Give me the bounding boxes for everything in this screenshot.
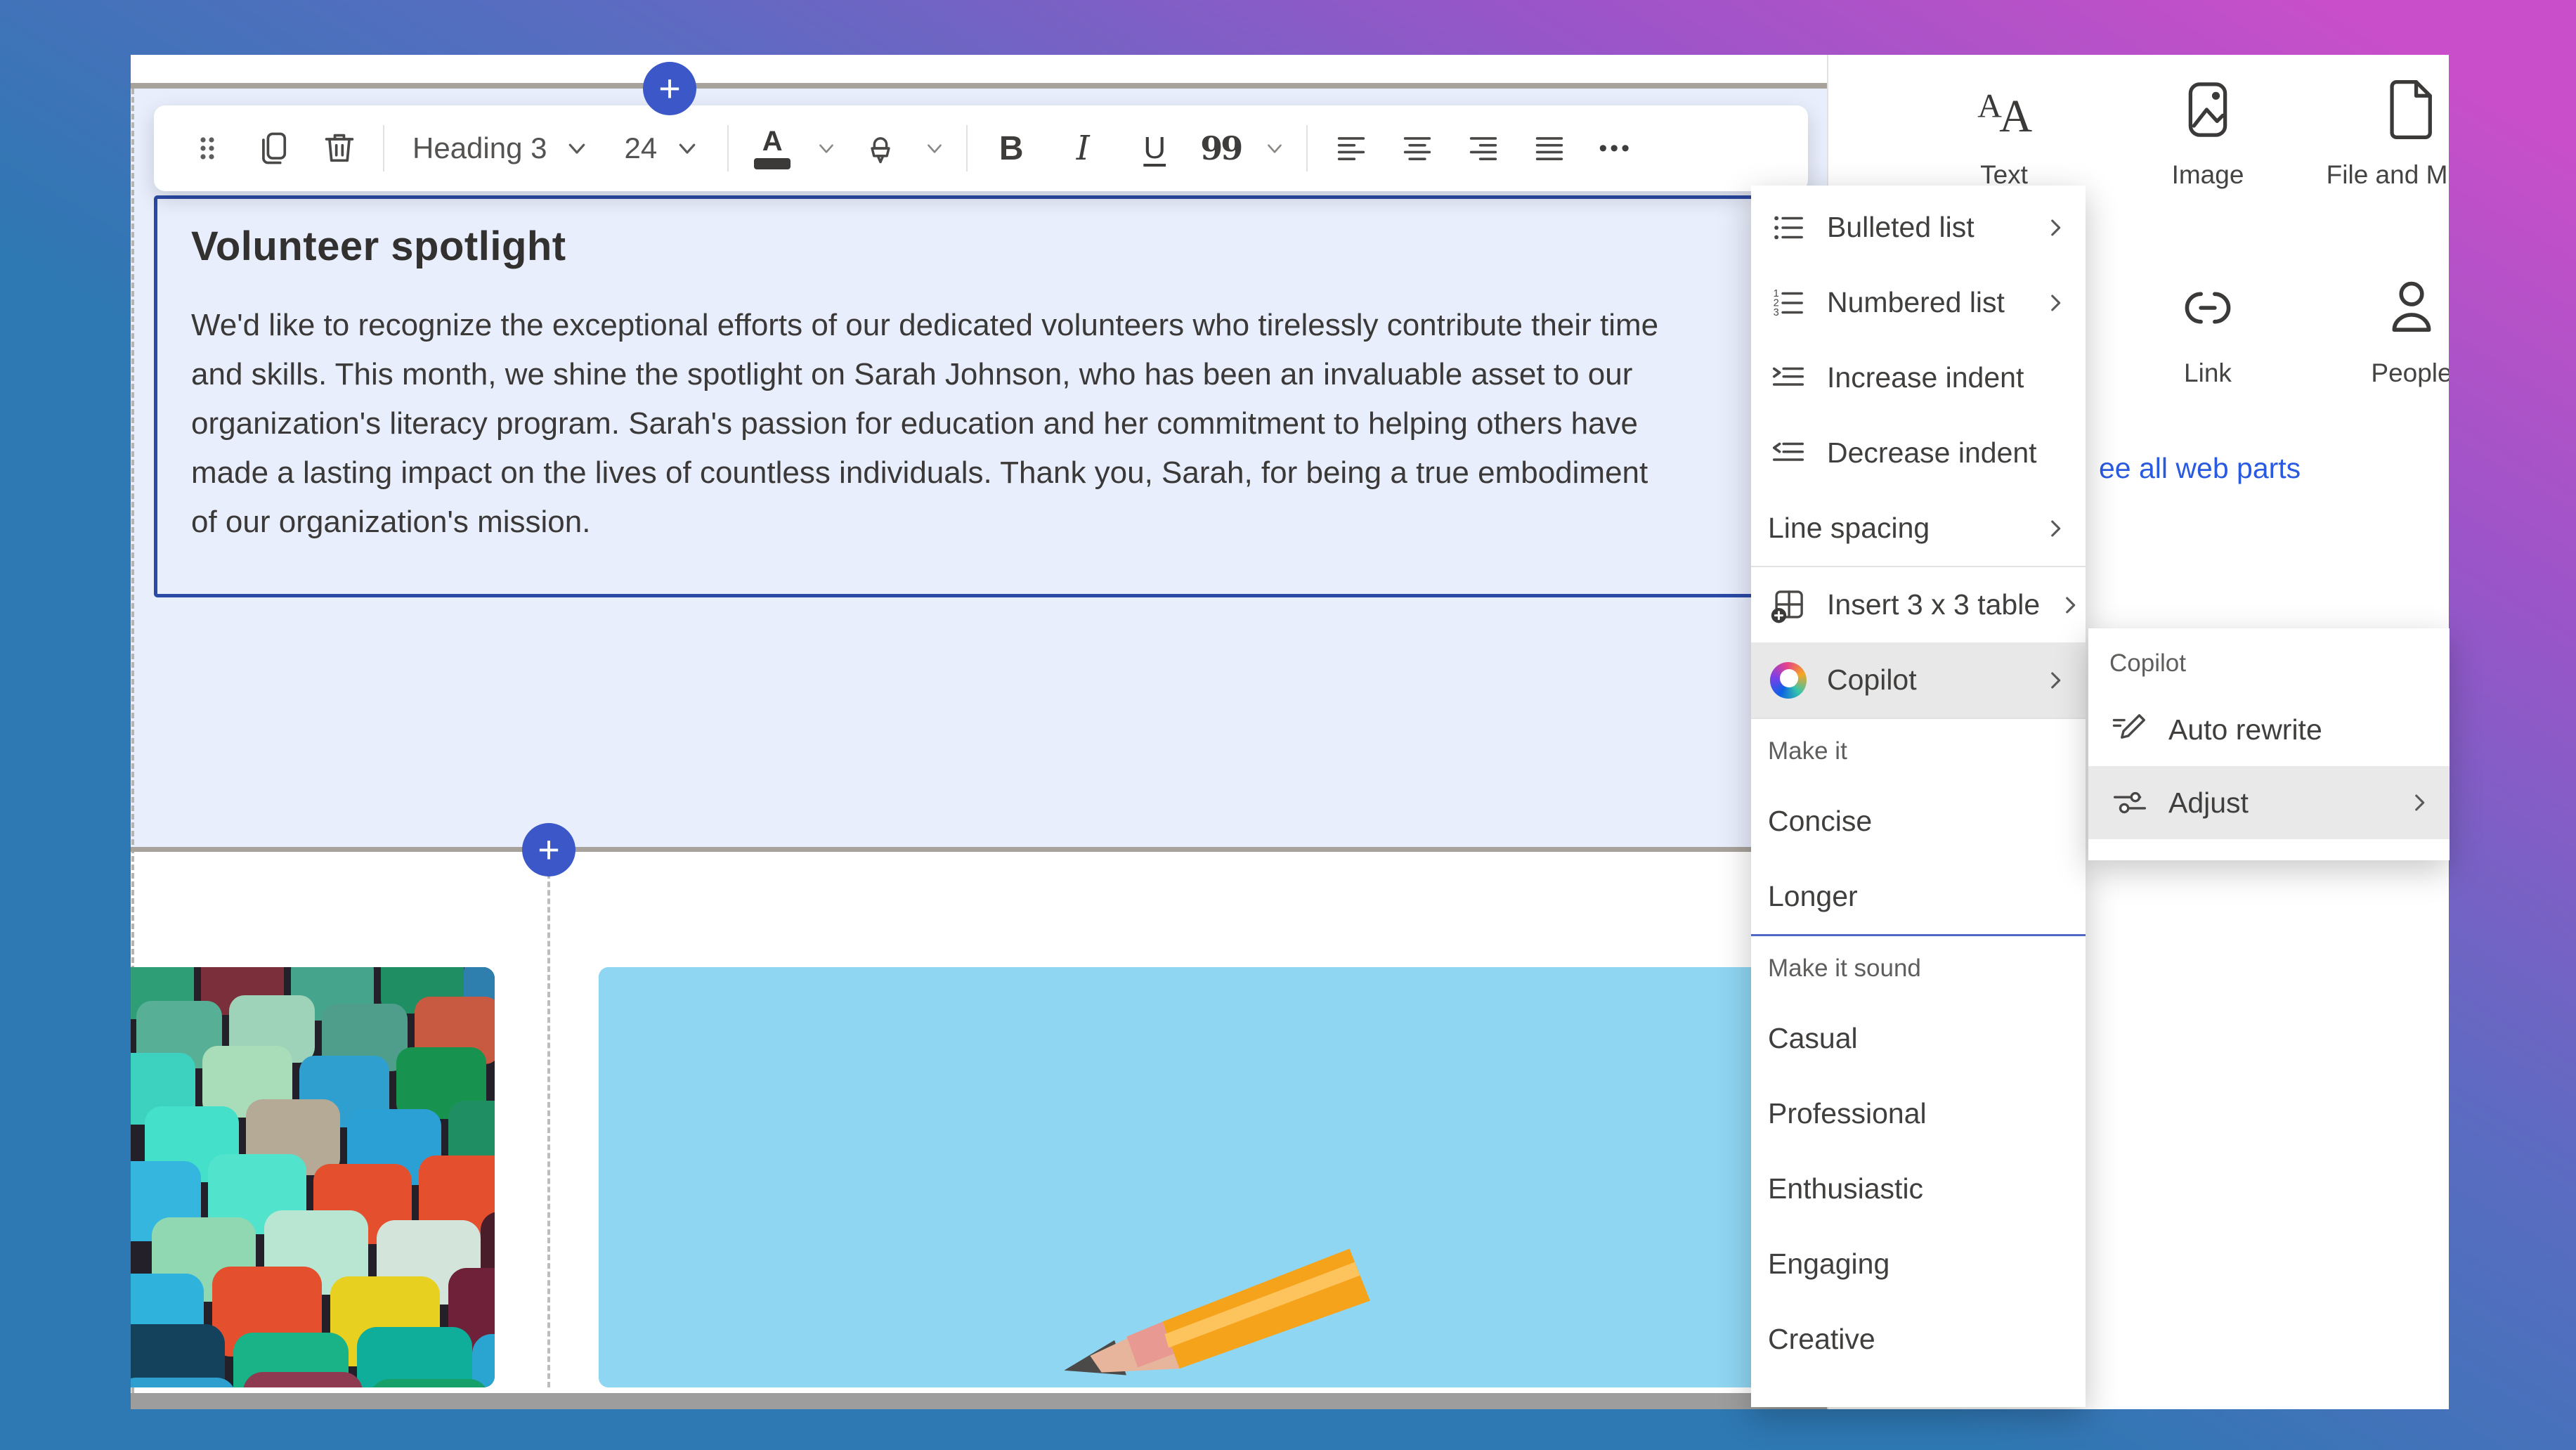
menu-section-header: Make it <box>1751 719 2086 784</box>
text-style-dropdown[interactable]: Heading 3 <box>405 131 596 165</box>
svg-text:A: A <box>1999 91 2032 142</box>
menu-item-increase-indent[interactable]: Increase indent <box>1751 340 2086 415</box>
italic-button[interactable]: I <box>1055 122 1111 175</box>
more-options-button[interactable]: ••• <box>1593 122 1638 175</box>
file-webpart-icon <box>2376 75 2447 145</box>
screenshot-stage: + <box>0 0 2576 1450</box>
editor-canvas: + <box>131 55 1827 1409</box>
chevron-down-icon[interactable] <box>816 138 837 159</box>
font-color-button[interactable]: A <box>750 122 795 175</box>
font-color-swatch <box>754 158 791 169</box>
menu-item-line-spacing[interactable]: Line spacing <box>1751 491 2086 566</box>
menu-item-enthusiastic[interactable]: Enthusiastic <box>1751 1151 2086 1226</box>
menu-item-concise[interactable]: Concise <box>1751 784 2086 859</box>
decrease-indent-icon <box>1768 433 1809 474</box>
menu-item-casual[interactable]: Casual <box>1751 1001 2086 1076</box>
add-section-button-middle[interactable]: + <box>522 823 575 876</box>
chevron-right-icon <box>2407 791 2431 815</box>
font-size-value: 24 <box>624 131 657 165</box>
align-right-button[interactable] <box>1461 122 1506 175</box>
text-webpart-toolbar: Heading 3 24 A B <box>154 105 1808 191</box>
highlight-color-button[interactable] <box>858 122 903 175</box>
menu-item-engaging[interactable]: Engaging <box>1751 1226 2086 1302</box>
text-style-value: Heading 3 <box>412 131 547 165</box>
add-section-button-top[interactable]: + <box>643 62 696 115</box>
chevron-right-icon <box>2058 593 2082 617</box>
align-left-button[interactable] <box>1329 122 1374 175</box>
blockquote-button[interactable]: 99 <box>1198 122 1243 175</box>
copilot-submenu: Copilot Auto rewrite Adjust <box>2088 628 2450 860</box>
people-webpart-icon <box>2376 273 2447 343</box>
menu-item-insert-table[interactable]: Insert 3 x 3 table <box>1751 567 2086 642</box>
font-size-dropdown[interactable]: 24 <box>617 131 706 165</box>
text-context-menu: Bulleted list 1 2 3 Numbered list <box>1751 186 2086 1407</box>
horizontal-scrollbar[interactable] <box>131 1393 1827 1409</box>
increase-indent-icon <box>1768 358 1809 399</box>
image-webpart-pencil[interactable] <box>599 967 1871 1387</box>
webpart-text[interactable]: A A Text <box>1902 75 2106 190</box>
adjust-sliders-icon <box>2109 782 2150 823</box>
toolbar-divider <box>1306 125 1308 171</box>
svg-text:A: A <box>1977 87 2002 124</box>
chevron-down-icon[interactable] <box>924 138 945 159</box>
chevron-down-icon <box>565 136 589 160</box>
webpart-file-and-media[interactable]: File and Media <box>2310 75 2449 190</box>
font-color-letter: A <box>762 127 783 155</box>
image-webpart-chairs[interactable] <box>131 967 495 1387</box>
webpart-people[interactable]: People <box>2310 273 2449 388</box>
drag-handle-icon[interactable] <box>185 122 230 175</box>
chevron-down-icon <box>675 136 699 160</box>
image-webpart-icon <box>2173 75 2243 145</box>
copilot-icon <box>1768 660 1809 701</box>
menu-item-creative[interactable]: Creative <box>1751 1302 2086 1377</box>
webpart-heading: Volunteer spotlight <box>191 223 1804 270</box>
menu-item-longer[interactable]: Longer <box>1751 859 2086 934</box>
webpart-paragraph: We'd like to recognize the exceptional e… <box>191 301 1681 547</box>
align-center-button[interactable] <box>1395 122 1440 175</box>
section-top-border <box>131 83 1827 89</box>
menu-item-numbered-list[interactable]: 1 2 3 Numbered list <box>1751 265 2086 340</box>
insert-table-icon <box>1768 585 1809 626</box>
numbered-list-icon: 1 2 3 <box>1768 283 1809 323</box>
chevron-right-icon <box>2043 517 2067 540</box>
toolbar-divider <box>383 125 384 171</box>
menu-item-copilot[interactable]: Copilot <box>1751 642 2086 718</box>
link-webpart-icon <box>2173 273 2243 343</box>
column-dashed-divider <box>547 856 550 1387</box>
chevron-right-icon <box>2043 291 2067 315</box>
text-webpart-selected[interactable]: Volunteer spotlight We'd like to recogni… <box>154 195 1808 597</box>
menu-item-professional[interactable]: Professional <box>1751 1076 2086 1151</box>
align-justify-button[interactable] <box>1527 122 1572 175</box>
see-all-web-parts-link[interactable]: ee all web parts <box>2099 452 2301 485</box>
svg-text:3: 3 <box>1774 307 1779 318</box>
auto-rewrite-icon <box>2109 709 2150 750</box>
menu-item-bulleted-list[interactable]: Bulleted list <box>1751 190 2086 265</box>
toolbar-divider <box>727 125 729 171</box>
section-divider-line <box>131 847 1827 852</box>
chevron-right-icon <box>2043 668 2067 692</box>
submenu-header: Copilot <box>2088 634 2450 693</box>
bold-button[interactable]: B <box>989 122 1034 175</box>
menu-section-header: Make it sound <box>1751 936 2086 1001</box>
duplicate-button[interactable] <box>251 122 296 175</box>
webpart-image[interactable]: Image <box>2106 75 2310 190</box>
chevron-down-icon[interactable] <box>1264 138 1285 159</box>
menu-item-auto-rewrite[interactable]: Auto rewrite <box>2088 693 2450 766</box>
delete-button[interactable] <box>317 122 362 175</box>
toolbar-divider <box>966 125 968 171</box>
chevron-right-icon <box>2043 216 2067 240</box>
menu-item-adjust[interactable]: Adjust <box>2088 766 2450 839</box>
menu-item-decrease-indent[interactable]: Decrease indent <box>1751 415 2086 491</box>
bulleted-list-icon <box>1768 207 1809 248</box>
text-webpart-icon: A A <box>1969 75 2039 145</box>
webpart-link[interactable]: Link <box>2106 273 2310 388</box>
underline-button[interactable]: U <box>1132 122 1177 175</box>
